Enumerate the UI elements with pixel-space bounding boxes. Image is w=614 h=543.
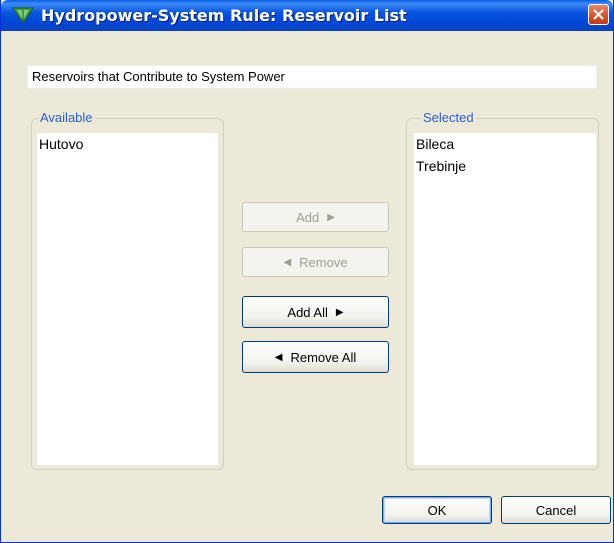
ok-button[interactable]: OK	[382, 496, 492, 524]
available-legend: Available	[38, 110, 95, 125]
add-button-label: Add	[296, 209, 320, 225]
app-icon	[12, 7, 34, 24]
title-bar[interactable]: Hydropower-System Rule: Reservoir List	[1, 0, 613, 31]
available-list-item[interactable]: Hutovo	[37, 133, 218, 155]
remove-button[interactable]: ◀ Remove	[242, 247, 389, 277]
right-arrow-icon: ▶	[335, 306, 344, 318]
ok-button-label: OK	[427, 502, 447, 518]
dialog-window: Hydropower-System Rule: Reservoir List R…	[0, 0, 614, 543]
close-button[interactable]	[588, 4, 609, 25]
left-arrow-icon: ◀	[274, 351, 283, 363]
list-description: Reservoirs that Contribute to System Pow…	[27, 65, 597, 89]
cancel-button-label: Cancel	[535, 502, 577, 518]
selected-list-item[interactable]: Trebinje	[414, 155, 596, 177]
selected-listbox[interactable]: Bileca Trebinje	[414, 133, 596, 465]
selected-list-item[interactable]: Bileca	[414, 133, 596, 155]
add-all-button[interactable]: Add All ▶	[242, 296, 389, 328]
add-all-button-label: Add All	[287, 304, 328, 320]
available-listbox[interactable]: Hutovo	[37, 133, 218, 465]
add-button[interactable]: Add ▶	[242, 202, 389, 232]
close-icon	[593, 9, 604, 20]
selected-group: Selected Bileca Trebinje	[406, 110, 599, 470]
selected-legend: Selected	[421, 110, 476, 125]
right-arrow-icon: ▶	[327, 211, 335, 223]
remove-all-button[interactable]: ◀ Remove All	[242, 341, 389, 373]
remove-all-button-label: Remove All	[290, 349, 357, 365]
remove-button-label: Remove	[299, 254, 348, 270]
available-group: Available Hutovo	[31, 110, 224, 470]
window-title: Hydropower-System Rule: Reservoir List	[41, 6, 407, 25]
left-arrow-icon: ◀	[283, 256, 292, 268]
cancel-button[interactable]: Cancel	[501, 496, 611, 524]
